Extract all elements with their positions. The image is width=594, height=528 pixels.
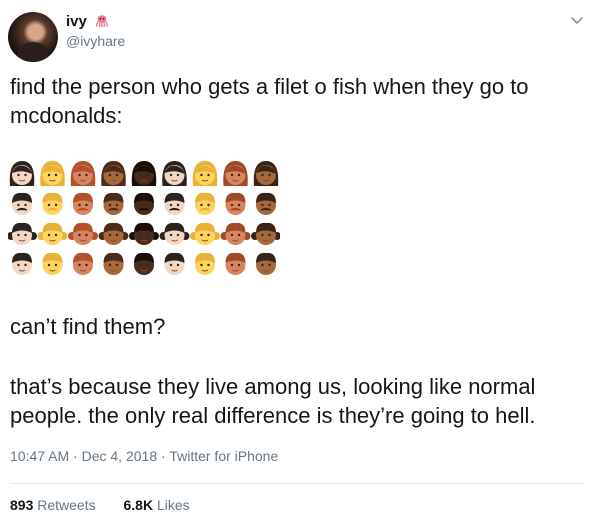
- retweets-label: Retweets: [37, 497, 96, 513]
- woman-emoji: [253, 161, 279, 186]
- woman-emoji: [9, 161, 35, 186]
- man-with-moustache-emoji: [134, 192, 154, 215]
- likes-label: Likes: [156, 497, 190, 513]
- tweet-stats: 893 Retweets 6.8K Likes: [10, 497, 214, 513]
- woman-with-pigtails-emoji: [129, 222, 159, 245]
- man-with-moustache-emoji: [12, 192, 32, 215]
- author-name-text[interactable]: ivy: [66, 13, 87, 30]
- avatar[interactable]: [8, 12, 58, 62]
- woman-with-pigtails-emoji: [8, 222, 37, 245]
- boy-emoji: [73, 252, 93, 275]
- tweet: ivy @ivyhare find the person who gets a …: [0, 0, 594, 528]
- octopus-icon: [96, 15, 109, 27]
- tweet-meta: 10:47 AM · Dec 4, 2018 · Twitter for iPh…: [10, 448, 278, 464]
- woman-emoji: [223, 161, 248, 186]
- boy-emoji: [42, 252, 63, 275]
- boy-emoji: [256, 252, 276, 275]
- woman-with-pigtails-emoji: [37, 222, 68, 245]
- boy-emoji: [195, 252, 215, 275]
- woman-with-pigtails-emoji: [190, 222, 220, 245]
- tweet-text-line1: find the person who gets a filet o fish …: [10, 74, 529, 128]
- tweet-date[interactable]: Dec 4, 2018: [82, 448, 158, 464]
- tweet-time[interactable]: 10:47 AM: [10, 448, 69, 464]
- man-with-moustache-emoji: [103, 192, 124, 215]
- retweets-count: 893: [10, 497, 34, 513]
- woman-emoji: [162, 161, 187, 186]
- meta-separator: ·: [73, 448, 78, 464]
- likes-stat[interactable]: 6.8K Likes: [124, 497, 190, 513]
- woman-emoji: [70, 161, 96, 186]
- boy-emoji: [164, 252, 185, 275]
- author-name[interactable]: ivy: [66, 13, 109, 30]
- retweets-stat[interactable]: 893 Retweets: [10, 497, 100, 513]
- woman-with-pigtails-emoji: [98, 222, 129, 245]
- woman-emoji: [192, 161, 218, 186]
- woman-emoji: [101, 161, 126, 186]
- man-with-moustache-emoji: [195, 192, 215, 215]
- man-with-moustache-emoji: [73, 192, 93, 215]
- woman-with-pigtails-emoji: [68, 222, 98, 245]
- woman-with-pigtails-emoji: [159, 222, 190, 245]
- meta-separator: ·: [161, 448, 166, 464]
- likes-count: 6.8K: [123, 497, 154, 513]
- author-handle[interactable]: @ivyhare: [66, 33, 125, 49]
- divider: [10, 483, 584, 484]
- boy-emoji: [12, 252, 32, 275]
- boy-emoji: [225, 252, 246, 275]
- woman-with-pigtails-emoji: [220, 222, 251, 245]
- emoji-grid: [8, 161, 280, 275]
- tweet-text-line3: that’s because they live among us, looki…: [10, 374, 536, 428]
- boy-emoji: [134, 252, 154, 275]
- chevron-down-icon[interactable]: [570, 16, 584, 26]
- woman-emoji: [131, 161, 157, 186]
- man-with-moustache-emoji: [42, 192, 63, 215]
- man-with-moustache-emoji: [256, 192, 276, 215]
- man-with-moustache-emoji: [164, 192, 185, 215]
- tweet-text-line2: can’t find them?: [10, 314, 166, 339]
- boy-emoji: [103, 252, 124, 275]
- woman-emoji: [40, 161, 65, 186]
- tweet-source[interactable]: Twitter for iPhone: [169, 448, 278, 464]
- woman-with-pigtails-emoji: [251, 222, 280, 245]
- man-with-moustache-emoji: [225, 192, 246, 215]
